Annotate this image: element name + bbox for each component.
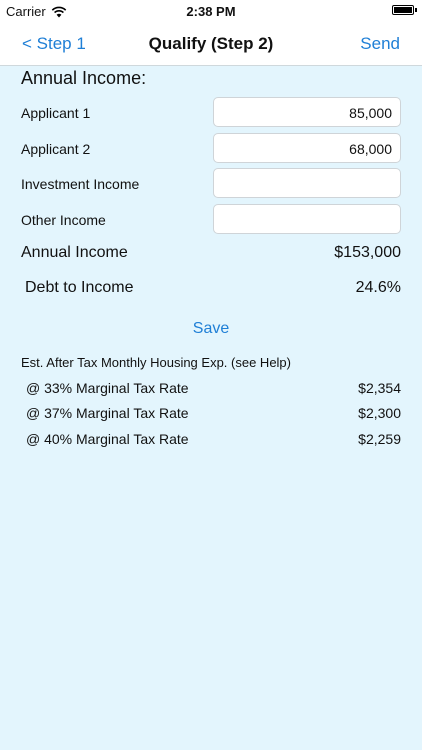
navigation-bar: < Step 1 Qualify (Step 2) Send <box>0 22 422 66</box>
battery-tip <box>415 8 417 12</box>
tax-row-33: @ 33% Marginal Tax Rate $2,354 <box>26 380 401 396</box>
investment-income-input[interactable] <box>213 168 401 198</box>
tax-row-40: @ 40% Marginal Tax Rate $2,259 <box>26 431 401 447</box>
annual-income-value: $153,000 <box>334 244 401 261</box>
applicant-1-input[interactable]: 85,000 <box>213 97 401 127</box>
other-income-input[interactable] <box>213 204 401 234</box>
page-title: Qualify (Step 2) <box>148 34 274 53</box>
tax-row-value: $2,354 <box>358 380 401 396</box>
tax-row-label: @ 33% Marginal Tax Rate <box>26 380 189 396</box>
tax-row-value: $2,300 <box>358 405 401 421</box>
field-row-investment-income: Investment Income <box>21 168 401 198</box>
send-button[interactable]: Send <box>360 34 400 54</box>
field-label-applicant-1: Applicant 1 <box>21 105 91 121</box>
field-label-investment-income: Investment Income <box>21 176 140 192</box>
help-text: Est. After Tax Monthly Housing Exp. (see… <box>21 355 291 370</box>
debt-to-income-row: Debt to Income 24.6% <box>25 279 401 297</box>
battery-icon <box>392 5 414 15</box>
battery-level <box>394 7 412 13</box>
tax-row-label: @ 40% Marginal Tax Rate <box>26 431 189 447</box>
field-row-applicant-2: Applicant 2 68,000 <box>21 133 401 163</box>
tax-row-value: $2,259 <box>358 431 401 447</box>
applicant-2-input[interactable]: 68,000 <box>213 133 401 163</box>
save-button[interactable]: Save <box>0 320 422 338</box>
field-row-applicant-1: Applicant 1 85,000 <box>21 97 401 127</box>
section-title: Annual Income: <box>21 68 147 88</box>
status-bar: Carrier 2:38 PM <box>0 0 422 22</box>
status-time: 2:38 PM <box>186 4 236 19</box>
tax-row-37: @ 37% Marginal Tax Rate $2,300 <box>26 405 401 421</box>
annual-income-label: Annual Income <box>21 244 128 261</box>
field-label-other-income: Other Income <box>21 212 106 228</box>
field-label-applicant-2: Applicant 2 <box>21 141 91 157</box>
field-row-other-income: Other Income <box>21 204 401 234</box>
debt-to-income-label: Debt to Income <box>25 279 134 296</box>
annual-income-row: Annual Income $153,000 <box>21 244 401 262</box>
tax-row-label: @ 37% Marginal Tax Rate <box>26 405 189 421</box>
debt-to-income-value: 24.6% <box>355 279 401 296</box>
